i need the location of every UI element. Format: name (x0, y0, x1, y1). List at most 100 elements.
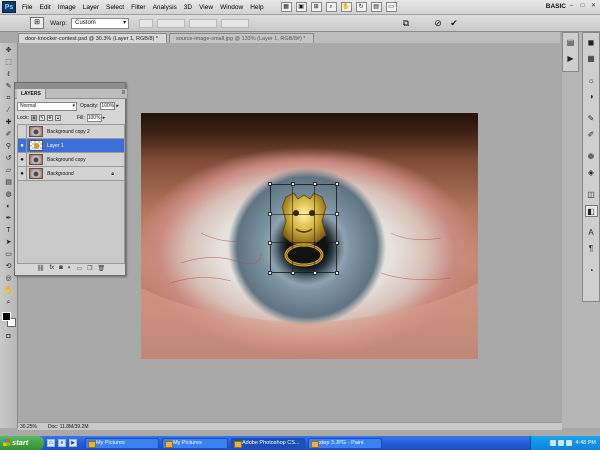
layer-row-background[interactable]: ● Background 🔒︎ (18, 166, 124, 181)
vertical-distortion-field[interactable] (221, 18, 250, 28)
history-brush-tool-icon[interactable]: ↺ (3, 153, 15, 164)
lock-image-pixels-icon[interactable]: ✎ (38, 115, 45, 121)
arrange-documents-icon[interactable]: ▤ (370, 2, 382, 12)
commit-transform-icon[interactable]: ✔ (448, 17, 460, 29)
show-desktop-icon[interactable]: ▭ (47, 439, 55, 447)
adjustment-layer-icon[interactable]: ◐ (68, 265, 72, 271)
hand-tool-icon[interactable]: ✋ (3, 285, 15, 296)
warp-handle-top-right[interactable] (335, 182, 339, 186)
warp-handle-top-1[interactable] (291, 182, 295, 186)
layer-row-background-copy[interactable]: ● Background copy (18, 152, 124, 167)
minimize-button[interactable]: – (567, 2, 576, 11)
zoom-field[interactable]: 30.25% (18, 424, 40, 430)
warp-handle-bottom-left[interactable] (268, 271, 272, 275)
pen-tool-icon[interactable]: ✒ (3, 213, 15, 224)
paragraph-panel-icon[interactable]: ¶ (585, 243, 598, 255)
menu-filter[interactable]: Filter (131, 4, 145, 11)
warp-handle-bottom-2[interactable] (313, 271, 317, 275)
foreground-color-swatch[interactable] (1, 312, 11, 321)
menu-image[interactable]: Image (58, 4, 76, 11)
menu-help[interactable]: Help (250, 4, 263, 11)
crop-tool-icon[interactable]: ⌗ (3, 93, 15, 104)
blend-mode-dropdown[interactable]: Normal (17, 101, 77, 111)
eye-icon[interactable]: ● (18, 152, 27, 167)
blur-tool-icon[interactable]: ◍ (3, 189, 15, 200)
menu-edit[interactable]: Edit (39, 4, 50, 11)
screen-mode-icon[interactable]: ▭ (385, 2, 397, 12)
fill-field[interactable]: 100% (86, 114, 102, 122)
lock-all-icon[interactable]: 🔒︎ (54, 115, 61, 121)
styles-panel-icon[interactable]: ✎ (585, 113, 598, 125)
clock[interactable]: 4:48 PM (576, 440, 596, 446)
warp-bounding-box[interactable] (268, 182, 339, 275)
history-panel-icon[interactable]: ▤ (564, 37, 577, 49)
warp-handle-right-2[interactable] (335, 241, 339, 245)
layer-row-layer-1[interactable]: ● Layer 1 (18, 138, 124, 153)
quick-mask-icon[interactable]: ◘ (3, 331, 15, 342)
fill-slider-arrow-icon[interactable]: ▸ (103, 115, 108, 121)
3d-rotate-tool-icon[interactable]: ⟲ (3, 261, 15, 272)
swatches-panel-icon[interactable]: ▦ (585, 53, 598, 65)
browser-quicklaunch-icon[interactable]: e (58, 439, 66, 447)
healing-brush-tool-icon[interactable]: ✚ (3, 117, 15, 128)
new-group-icon[interactable]: ▭ (76, 265, 82, 272)
tab-door-knocker[interactable]: door-knocker-contest.psd @ 30.3% (Layer … (18, 33, 168, 43)
menu-3d[interactable]: 3D (184, 4, 192, 11)
tab-source-image[interactable]: source-image-small.jpg @ 133% (Layer 1, … (169, 33, 315, 43)
menu-select[interactable]: Select (106, 4, 124, 11)
character-panel-icon[interactable]: A (585, 227, 598, 239)
menu-window[interactable]: Window (220, 4, 243, 11)
link-layers-icon[interactable]: ⛓ (37, 265, 45, 272)
type-tool-icon[interactable]: T (3, 225, 15, 236)
taskbar-button-paint[interactable]: step 3.JPG - Paint (308, 437, 382, 449)
close-button[interactable]: ✕ (589, 2, 598, 11)
bend-field[interactable] (157, 18, 186, 28)
marquee-tool-icon[interactable]: ⬚ (3, 57, 15, 68)
zoom-tool-icon[interactable]: ⌕ (3, 297, 15, 308)
guides-icon[interactable]: ⊞ (310, 2, 322, 12)
clone-source-panel-icon[interactable]: ❁ (585, 151, 598, 163)
warp-handle-left-1[interactable] (268, 212, 272, 216)
color-swatches[interactable] (1, 312, 16, 328)
gradient-tool-icon[interactable]: ▤ (3, 177, 15, 188)
channels-panel-icon[interactable]: ◫ (585, 189, 598, 201)
brush-presets-panel-icon[interactable]: ✐ (585, 129, 598, 141)
warp-handle-right-1[interactable] (335, 212, 339, 216)
menu-layer[interactable]: Layer (83, 4, 99, 11)
masks-panel-icon[interactable]: ◑ (585, 91, 598, 103)
eraser-tool-icon[interactable]: ▱ (3, 165, 15, 176)
move-tool-icon[interactable]: ✥ (3, 45, 15, 56)
maximize-button[interactable]: □ (578, 2, 587, 11)
lock-transparent-pixels-icon[interactable]: ▦ (30, 115, 37, 121)
3d-orbit-tool-icon[interactable]: ◎ (3, 273, 15, 284)
opacity-field[interactable]: 100% (100, 102, 116, 110)
color-panel-icon[interactable]: ◼ (585, 37, 598, 49)
lock-position-icon[interactable]: ✥ (46, 115, 53, 121)
adjustments-panel-icon[interactable]: ☼ (585, 75, 598, 87)
add-mask-icon[interactable]: ◙ (59, 265, 63, 271)
actions-panel-icon[interactable]: ▶ (564, 53, 577, 65)
clone-stamp-tool-icon[interactable]: ⚲ (3, 141, 15, 152)
tool-preset-icon[interactable]: ⊞ (30, 17, 44, 29)
document-size-info[interactable]: Doc: 11.8M/39.2M (48, 424, 88, 430)
opacity-slider-arrow-icon[interactable]: ▸ (116, 103, 121, 109)
menu-view[interactable]: View (199, 4, 213, 11)
warp-handle-top-2[interactable] (313, 182, 317, 186)
horizontal-distortion-field[interactable] (189, 18, 218, 28)
taskbar-button-my-pictures-1[interactable]: My Pictures (85, 437, 159, 449)
path-selection-tool-icon[interactable]: ➤ (3, 237, 15, 248)
dodge-tool-icon[interactable]: ◐ (3, 201, 15, 212)
warp-orientation-icon[interactable] (139, 18, 154, 28)
bridge-icon[interactable]: ▦ (280, 2, 292, 12)
menu-file[interactable]: File (22, 4, 32, 11)
panel-menu-icon[interactable]: ≡ (121, 90, 125, 96)
mini-bridge-icon[interactable]: ▣ (295, 2, 307, 12)
network-icon[interactable] (549, 440, 556, 446)
security-icon[interactable] (565, 440, 572, 446)
hand-tool-icon[interactable]: ✋ (340, 2, 352, 12)
layers-panel-icon[interactable]: ◧ (584, 205, 598, 217)
workspace-switcher[interactable]: BASIC (546, 3, 566, 10)
new-layer-icon[interactable]: ❐ (87, 265, 92, 272)
warp-dropdown[interactable]: Custom (71, 17, 130, 29)
quick-select-tool-icon[interactable]: ✎ (3, 81, 15, 92)
